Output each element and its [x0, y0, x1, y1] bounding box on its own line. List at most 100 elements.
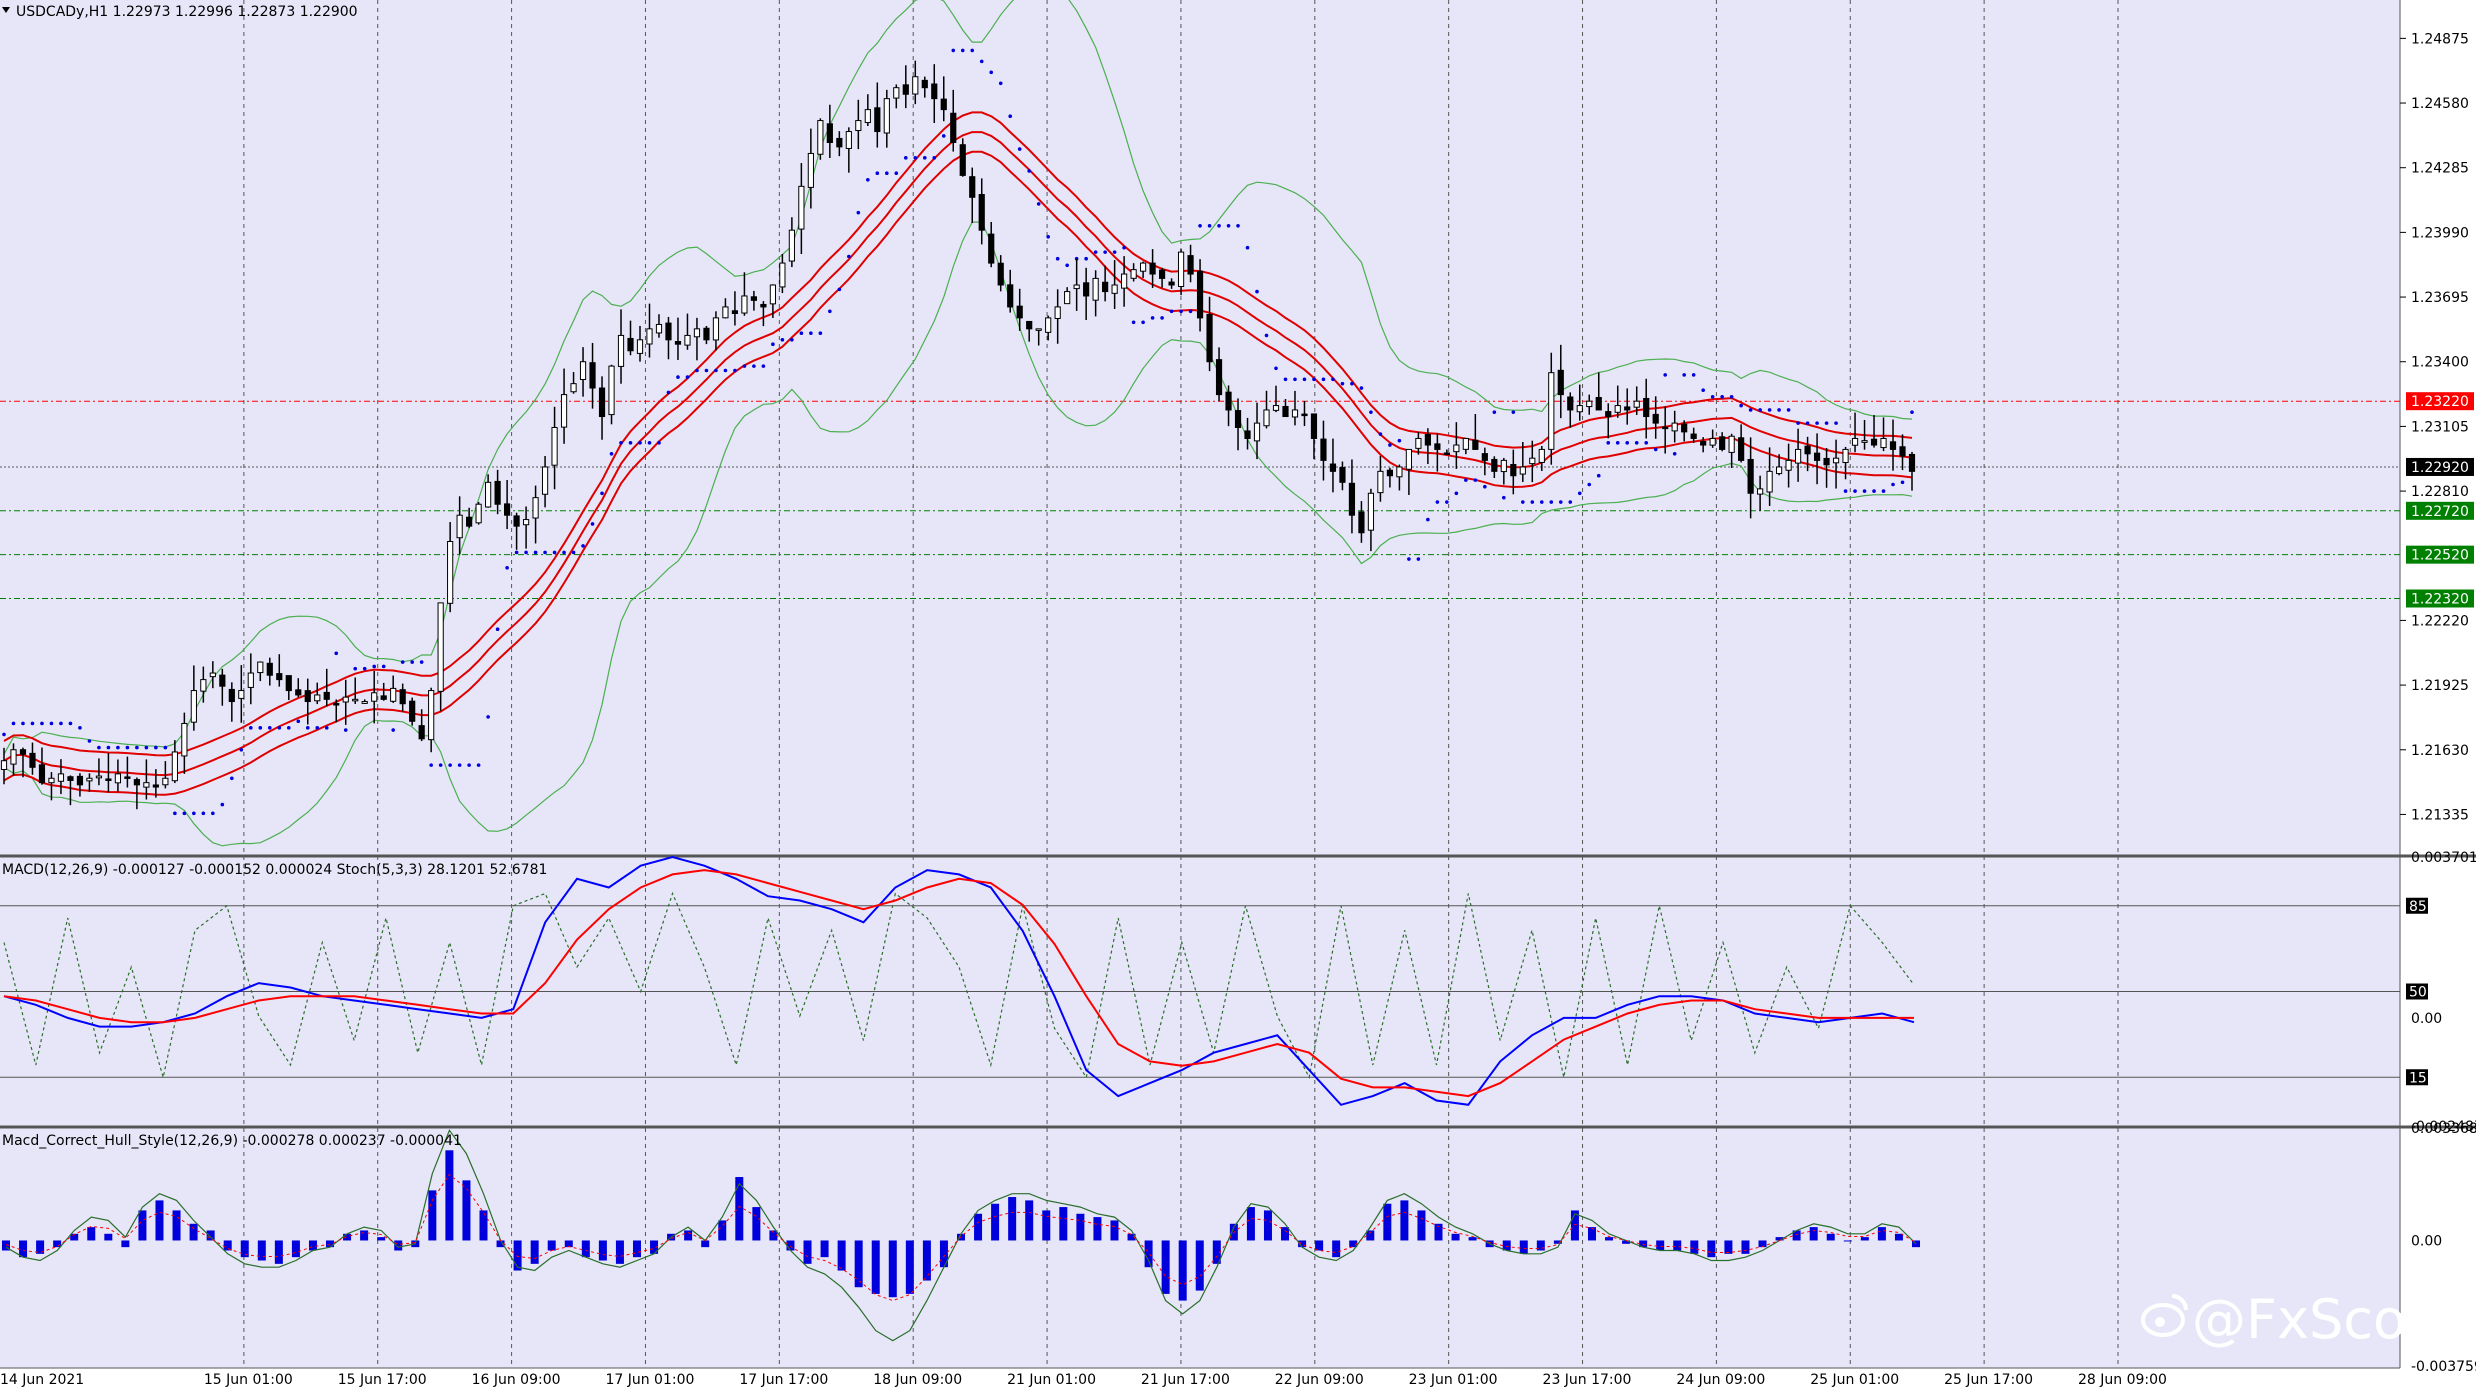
candle-body[interactable] — [1614, 405, 1621, 413]
candle-body[interactable] — [1253, 422, 1261, 442]
hist-bar[interactable] — [1025, 1200, 1034, 1241]
hist-bar[interactable] — [189, 1223, 198, 1241]
hist-bar[interactable] — [1587, 1227, 1596, 1241]
candle-body[interactable] — [712, 317, 720, 341]
candle-body[interactable] — [760, 303, 767, 308]
candle-body[interactable] — [266, 662, 273, 676]
candle-body[interactable] — [1149, 262, 1156, 275]
candle-body[interactable] — [1519, 466, 1526, 475]
candle-body[interactable] — [1823, 457, 1830, 466]
candle-body[interactable] — [522, 519, 530, 526]
hist-bar[interactable] — [1707, 1240, 1716, 1258]
candle-body[interactable] — [627, 337, 634, 352]
candle-body[interactable] — [1804, 445, 1811, 455]
candle-body[interactable] — [1500, 459, 1507, 473]
candle-body[interactable] — [1177, 251, 1185, 287]
candle-body[interactable] — [950, 112, 957, 143]
candle-body[interactable] — [1054, 306, 1061, 319]
candle-body[interactable] — [864, 109, 871, 124]
candle-body[interactable] — [1681, 423, 1688, 433]
candle-body[interactable] — [1662, 426, 1669, 430]
candle-body[interactable] — [1121, 273, 1128, 289]
candle-body[interactable] — [456, 514, 463, 539]
candle-body[interactable] — [1377, 470, 1384, 494]
hist-bar[interactable] — [1076, 1213, 1085, 1241]
candle-body[interactable] — [152, 784, 159, 788]
hist-bar[interactable] — [394, 1240, 403, 1251]
hist-bar[interactable] — [581, 1240, 590, 1258]
candle-body[interactable] — [1690, 433, 1697, 439]
candle-body[interactable] — [684, 334, 691, 346]
hist-bar[interactable] — [513, 1240, 522, 1271]
candle-body[interactable] — [86, 777, 93, 782]
candle-body[interactable] — [1462, 437, 1469, 450]
candle-body[interactable] — [1329, 463, 1337, 472]
candle-body[interactable] — [114, 773, 122, 784]
candle-body[interactable] — [1396, 466, 1403, 478]
candle-body[interactable] — [940, 98, 947, 111]
candle-body[interactable] — [1320, 438, 1327, 461]
candle-body[interactable] — [1643, 397, 1650, 418]
hist-bar[interactable] — [445, 1150, 454, 1241]
candle-body[interactable] — [741, 295, 748, 314]
candle-body[interactable] — [1785, 459, 1792, 471]
hist-bar[interactable] — [1281, 1227, 1290, 1241]
hist-bar[interactable] — [1144, 1240, 1153, 1268]
hist-bar[interactable] — [1468, 1237, 1477, 1241]
candle-body[interactable] — [1187, 255, 1194, 275]
hist-bar[interactable] — [820, 1240, 829, 1258]
candle-body[interactable] — [722, 306, 729, 319]
candle-body[interactable] — [48, 777, 55, 784]
hist-bar[interactable] — [1656, 1240, 1665, 1251]
hist-bar[interactable] — [172, 1210, 181, 1241]
candle-body[interactable] — [124, 776, 131, 779]
hist-bar[interactable] — [479, 1210, 488, 1241]
candle-body[interactable] — [912, 76, 919, 95]
candle-body[interactable] — [855, 120, 862, 131]
candle-body[interactable] — [617, 334, 625, 367]
candle-body[interactable] — [1557, 369, 1564, 396]
candle-body[interactable] — [1415, 437, 1422, 449]
candle-body[interactable] — [1007, 284, 1014, 308]
candle-body[interactable] — [665, 322, 672, 341]
hist-bar[interactable] — [701, 1240, 710, 1248]
candle-body[interactable] — [494, 480, 501, 505]
candle-body[interactable] — [1908, 453, 1916, 472]
candle-body[interactable] — [1339, 467, 1346, 483]
hist-bar[interactable] — [326, 1240, 335, 1248]
hist-bar[interactable] — [991, 1203, 1000, 1241]
hist-bar[interactable] — [1877, 1227, 1886, 1241]
candle-body[interactable] — [1861, 440, 1868, 443]
candle-body[interactable] — [969, 176, 976, 198]
candle-body[interactable] — [1453, 444, 1460, 453]
hist-bar[interactable] — [1741, 1240, 1750, 1254]
hist-bar[interactable] — [684, 1230, 693, 1241]
candle-body[interactable] — [143, 782, 150, 788]
hist-bar[interactable] — [1417, 1210, 1426, 1241]
candle-body[interactable] — [817, 120, 824, 155]
hist-bar[interactable] — [1519, 1240, 1528, 1254]
candle-body[interactable] — [1747, 458, 1754, 494]
candle-body[interactable] — [893, 87, 900, 99]
hist-bar[interactable] — [291, 1240, 300, 1258]
hist-bar[interactable] — [632, 1240, 641, 1258]
candle-body[interactable] — [1083, 282, 1090, 297]
candle-body[interactable] — [1140, 262, 1147, 272]
candle-body[interactable] — [1434, 443, 1441, 450]
candle-body[interactable] — [1064, 291, 1071, 305]
candle-body[interactable] — [959, 144, 966, 176]
candle-body[interactable] — [1424, 434, 1431, 446]
candle-body[interactable] — [1538, 448, 1545, 463]
candle-body[interactable] — [1757, 488, 1764, 495]
candle-body[interactable] — [1776, 466, 1783, 475]
candle-body[interactable] — [1263, 409, 1270, 427]
candle-body[interactable] — [1624, 406, 1631, 411]
candle-body[interactable] — [988, 233, 995, 264]
hist-bar[interactable] — [905, 1240, 914, 1294]
candle-body[interactable] — [836, 137, 843, 148]
candle-body[interactable] — [560, 394, 568, 428]
hist-bar[interactable] — [257, 1240, 266, 1261]
candle-body[interactable] — [1832, 457, 1840, 464]
hist-bar[interactable] — [1195, 1240, 1204, 1291]
candle-body[interactable] — [247, 672, 254, 688]
